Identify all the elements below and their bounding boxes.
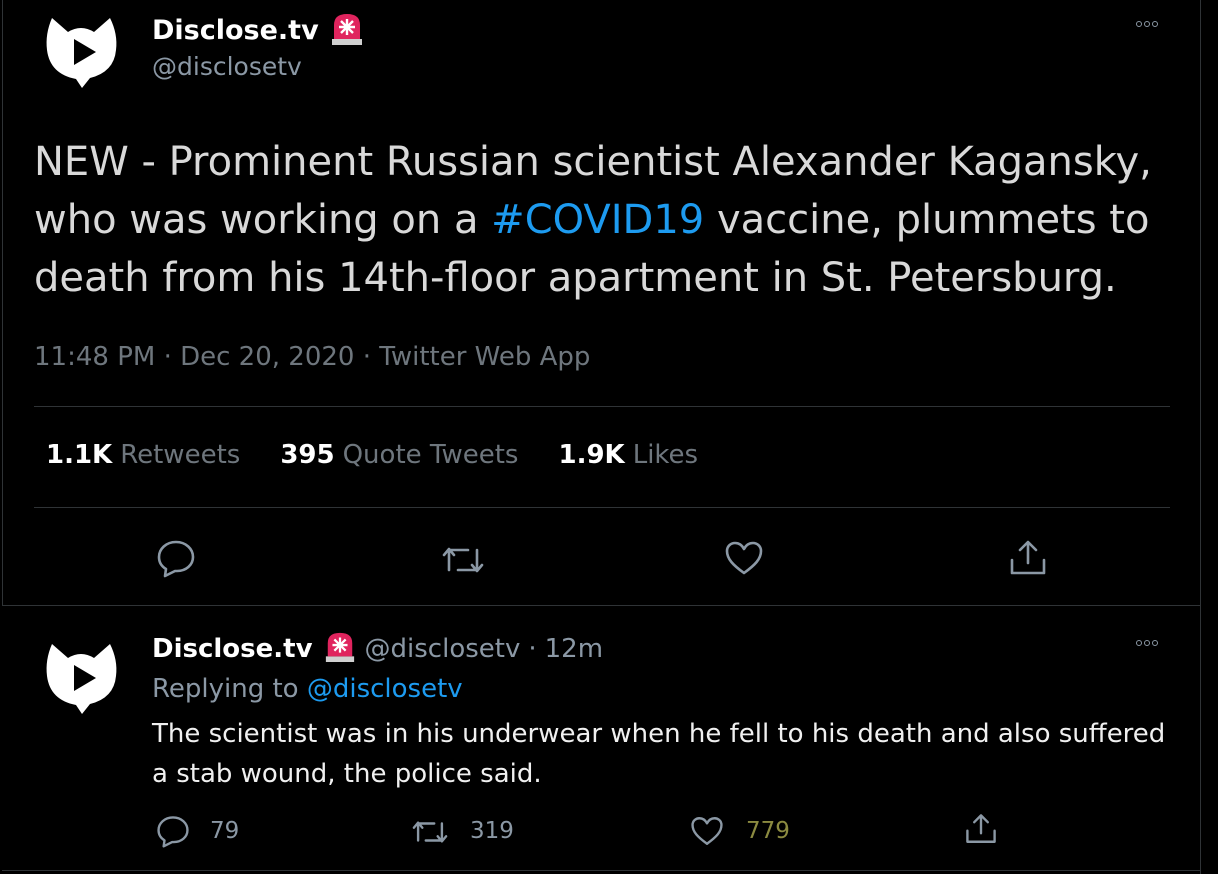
reply-avatar[interactable] bbox=[42, 638, 120, 716]
retweet-icon[interactable] bbox=[440, 540, 486, 580]
reply-header: Disclose.tv @disclosetv · 12m bbox=[152, 630, 603, 669]
retweet-icon[interactable] bbox=[410, 815, 450, 849]
tweet-stats: 1.1K Retweets 395 Quote Tweets 1.9K Likes bbox=[46, 440, 698, 470]
tweet-timestamp[interactable]: 11:48 PM · Dec 20, 2020 · Twitter Web Ap… bbox=[34, 342, 590, 372]
likes-stat[interactable]: 1.9K Likes bbox=[558, 440, 698, 470]
frame-left-border bbox=[2, 0, 3, 606]
retweets-label: Retweets bbox=[120, 440, 241, 470]
replying-to-mention[interactable]: @disclosetv bbox=[307, 674, 463, 704]
separator-dot: · bbox=[528, 634, 537, 664]
reply-time[interactable]: 12m bbox=[545, 634, 603, 664]
likes-label: Likes bbox=[632, 440, 699, 470]
frame-right-border bbox=[1200, 0, 1201, 874]
tweet-text: NEW - Prominent Russian scientist Alexan… bbox=[34, 133, 1184, 307]
author-name-text: Disclose.tv bbox=[152, 15, 319, 46]
reply-icon[interactable] bbox=[156, 814, 190, 848]
author-name[interactable]: Disclose.tv bbox=[152, 11, 365, 52]
like-icon[interactable] bbox=[724, 538, 764, 578]
replying-to-label: Replying to bbox=[152, 674, 299, 704]
reply-author-handle[interactable]: @disclosetv bbox=[365, 634, 521, 664]
retweets-count: 1.1K bbox=[46, 440, 113, 470]
replying-to: Replying to @disclosetv bbox=[152, 674, 463, 704]
likes-count: 1.9K bbox=[558, 440, 625, 470]
reply-text: The scientist was in his underwear when … bbox=[152, 719, 1166, 789]
tweet-separator bbox=[2, 605, 1201, 606]
more-options-icon[interactable] bbox=[1136, 21, 1158, 27]
like-icon[interactable] bbox=[690, 814, 724, 848]
share-icon[interactable] bbox=[964, 812, 998, 846]
divider bbox=[34, 406, 1170, 407]
rotating-light-icon bbox=[323, 630, 357, 669]
more-options-icon[interactable] bbox=[1136, 640, 1158, 646]
reply-icon[interactable] bbox=[156, 538, 196, 578]
avatar[interactable] bbox=[42, 12, 120, 90]
reply-count: 79 bbox=[210, 818, 240, 844]
like-count: 779 bbox=[746, 818, 790, 844]
quote-tweets-count: 395 bbox=[280, 440, 335, 470]
divider bbox=[34, 507, 1170, 508]
share-icon[interactable] bbox=[1008, 538, 1048, 578]
hashtag-link[interactable]: #COVID19 bbox=[491, 197, 704, 243]
retweets-stat[interactable]: 1.1K Retweets bbox=[46, 440, 240, 470]
disclosetv-logo-icon bbox=[46, 18, 117, 88]
quote-tweets-stat[interactable]: 395 Quote Tweets bbox=[280, 440, 518, 470]
disclosetv-logo-icon bbox=[46, 644, 117, 714]
reply-author-name[interactable]: Disclose.tv bbox=[152, 634, 313, 664]
frame-bottom-border bbox=[2, 870, 1201, 871]
rotating-light-icon bbox=[329, 11, 365, 52]
author-handle[interactable]: @disclosetv bbox=[152, 52, 302, 81]
quote-tweets-label: Quote Tweets bbox=[342, 440, 519, 470]
retweet-count: 319 bbox=[470, 818, 514, 844]
